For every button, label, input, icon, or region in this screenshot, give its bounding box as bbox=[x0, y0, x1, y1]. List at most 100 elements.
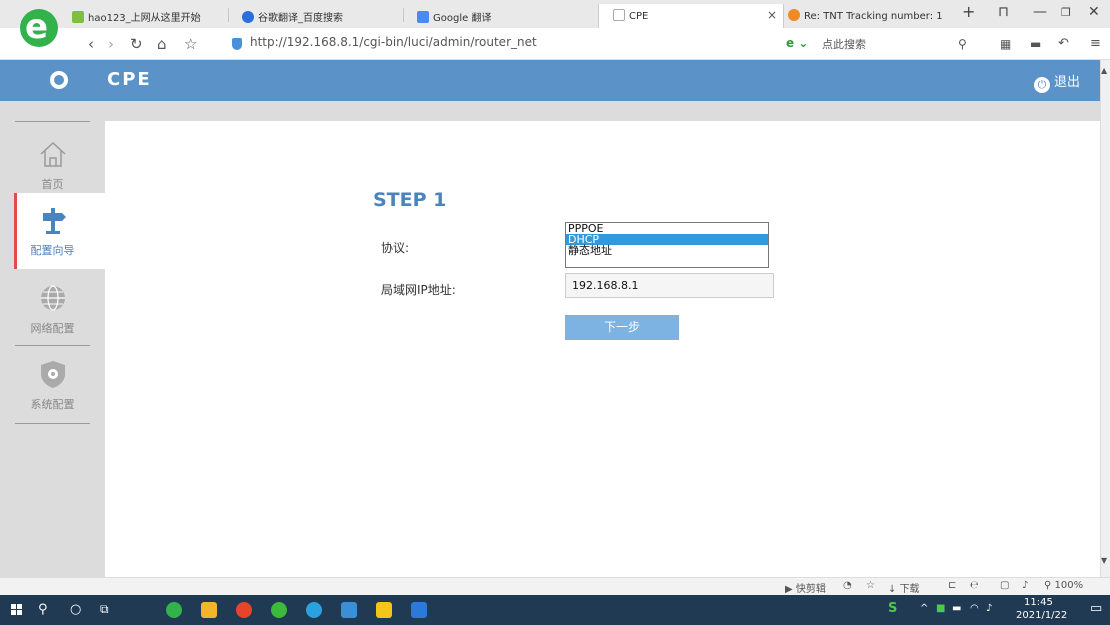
protocol-select[interactable]: PPPOE DHCP 静态地址 bbox=[565, 222, 769, 268]
refresh-icon[interactable]: ↻ bbox=[130, 35, 143, 53]
tab-title: Google 翻译 bbox=[433, 13, 492, 24]
app-blue-icon[interactable] bbox=[411, 602, 427, 618]
tray-battery-icon[interactable]: ▬ bbox=[952, 603, 961, 614]
window-icon[interactable]: ▢ bbox=[1000, 580, 1009, 591]
protocol-label: 协议: bbox=[381, 241, 410, 255]
clip-button[interactable]: ▶ 快剪辑 bbox=[785, 580, 826, 595]
sidebar-item-home[interactable]: 首页 bbox=[15, 139, 90, 192]
sidebar-item-label: 网络配置 bbox=[30, 322, 75, 335]
lan-ip-field[interactable]: 192.168.8.1 bbox=[565, 273, 774, 298]
tab-separator bbox=[403, 8, 404, 22]
ie-icon[interactable]: ℮ bbox=[970, 580, 979, 591]
baidu-icon bbox=[242, 11, 254, 23]
battery-icon[interactable]: ▬ bbox=[1030, 37, 1041, 51]
notification-icon[interactable]: ▭ bbox=[1090, 601, 1102, 616]
app-header: CPE ⏻ 退出 bbox=[0, 60, 1110, 101]
header-band bbox=[0, 101, 1100, 121]
apps-grid-icon[interactable]: ▦ bbox=[1000, 37, 1011, 51]
zoom-control[interactable]: ⚲ 100% bbox=[1044, 580, 1083, 591]
tab-menu-icon[interactable]: ⊓ bbox=[998, 4, 1009, 20]
tab-google-translate[interactable]: Google 翻译 bbox=[417, 4, 567, 28]
file-explorer-icon[interactable] bbox=[201, 602, 217, 618]
forward-icon[interactable]: › bbox=[108, 35, 114, 53]
tab-baidu[interactable]: 谷歌翻译_百度搜索 bbox=[242, 4, 392, 28]
home-nav-icon[interactable]: ⌂ bbox=[157, 35, 167, 53]
page-icon bbox=[613, 9, 625, 21]
sidebar-divider bbox=[15, 345, 90, 346]
minimize-icon[interactable]: — bbox=[1033, 4, 1047, 20]
app-title: CPE bbox=[107, 69, 152, 90]
logout-label: 退出 bbox=[1053, 75, 1080, 90]
page-scrollbar[interactable] bbox=[1100, 60, 1110, 577]
cortana-icon[interactable]: ○ bbox=[70, 602, 81, 617]
tray-expand-icon[interactable]: ^ bbox=[920, 603, 928, 614]
sidebar: 首页 配置向导 网络配置 系统配置 bbox=[0, 101, 105, 577]
sidebar-divider bbox=[15, 121, 90, 122]
security-shield-icon bbox=[232, 38, 242, 50]
search-icon[interactable]: ⚲ bbox=[38, 602, 48, 617]
undo-icon[interactable]: ↶ bbox=[1058, 36, 1069, 51]
sidebar-item-wizard[interactable]: 配置向导 bbox=[15, 205, 90, 258]
power-icon: ⏻ bbox=[1033, 77, 1050, 93]
protocol-option[interactable]: 静态地址 bbox=[566, 245, 768, 256]
tab-separator bbox=[228, 8, 229, 22]
next-button[interactable]: 下一步 bbox=[565, 315, 679, 340]
back-icon[interactable]: ‹ bbox=[88, 35, 94, 53]
logout-button[interactable]: ⏻ 退出 bbox=[1033, 71, 1080, 93]
sidebar-item-network[interactable]: 网络配置 bbox=[15, 283, 90, 336]
tab-title: 谷歌翻译_百度搜索 bbox=[258, 13, 343, 24]
favorite-star-icon[interactable]: ☆ bbox=[184, 35, 197, 53]
sidebar-item-system[interactable]: 系统配置 bbox=[15, 359, 90, 412]
restore-icon[interactable]: ❐ bbox=[1061, 6, 1071, 19]
signpost-icon bbox=[42, 208, 66, 234]
sound-icon[interactable]: ♪ bbox=[1022, 580, 1028, 591]
search-input[interactable]: 点此搜索 bbox=[822, 36, 866, 52]
window-close-icon[interactable]: ✕ bbox=[1088, 4, 1100, 20]
clip-label: 快剪辑 bbox=[795, 584, 826, 595]
sidebar-item-label: 配置向导 bbox=[30, 244, 75, 257]
tray-wifi-icon[interactable]: ◠ bbox=[970, 603, 979, 614]
tray-volume-icon[interactable]: ♪ bbox=[986, 603, 992, 614]
clock-time[interactable]: 11:45 bbox=[1024, 597, 1053, 608]
windows-start-icon[interactable] bbox=[11, 604, 23, 616]
app-red-icon[interactable] bbox=[236, 602, 252, 618]
task-view-icon[interactable]: ⧉ bbox=[100, 602, 109, 617]
new-tab-button[interactable]: + bbox=[962, 2, 975, 21]
tab-title: CPE bbox=[629, 11, 649, 22]
url-field[interactable]: http://192.168.8.1/cgi-bin/luci/admin/ro… bbox=[250, 35, 537, 49]
sidebar-item-label: 系统配置 bbox=[30, 398, 75, 411]
menu-icon[interactable]: ≡ bbox=[1090, 36, 1101, 51]
scroll-down-icon[interactable]: ▼ bbox=[1101, 556, 1107, 565]
browser-status-bar: ▶ 快剪辑 ◔ ☆ ↓ 下载 ⊏ ℮ ▢ ♪ ⚲ 100% bbox=[0, 577, 1110, 595]
skype-icon[interactable] bbox=[306, 602, 322, 618]
scroll-up-icon[interactable]: ▲ bbox=[1101, 66, 1107, 75]
mail-icon bbox=[788, 9, 800, 21]
tray-app-icon[interactable]: S bbox=[888, 601, 897, 616]
sidebar-item-label: 首页 bbox=[41, 178, 64, 191]
browser-360-icon[interactable] bbox=[166, 602, 182, 618]
tray-network-icon[interactable]: ■ bbox=[936, 603, 945, 614]
tab-tnt-tracking[interactable]: Re: TNT Tracking number: 1 bbox=[788, 4, 948, 28]
tab-title: Re: TNT Tracking number: 1 bbox=[804, 11, 943, 22]
speed-icon[interactable]: ◔ bbox=[843, 580, 852, 591]
browser-logo: e bbox=[20, 7, 58, 47]
search-engine-icon[interactable]: e ⌄ bbox=[786, 36, 808, 50]
control-panel-icon[interactable] bbox=[341, 602, 357, 618]
gear-icon bbox=[50, 71, 68, 89]
search-icon[interactable]: ⚲ bbox=[958, 37, 967, 51]
tab-title: hao123_上网从这里开始 bbox=[88, 13, 201, 24]
tab-hao123[interactable]: hao123_上网从这里开始 bbox=[72, 4, 222, 28]
google-translate-icon bbox=[417, 11, 429, 23]
close-icon[interactable]: × bbox=[767, 8, 777, 22]
sidebar-divider bbox=[15, 423, 90, 424]
sticky-notes-icon[interactable] bbox=[376, 602, 392, 618]
tab-cpe[interactable]: CPE × bbox=[598, 4, 784, 28]
download-label: 下载 bbox=[899, 584, 920, 595]
screenshot-icon[interactable]: ⊏ bbox=[948, 580, 956, 591]
wechat-icon[interactable] bbox=[271, 602, 287, 618]
shield-gear-icon bbox=[40, 361, 65, 388]
clock-date[interactable]: 2021/1/22 bbox=[1016, 610, 1067, 621]
download-button[interactable]: ↓ 下载 bbox=[888, 580, 920, 595]
pin-icon[interactable]: ☆ bbox=[866, 580, 875, 591]
windows-taskbar: ⚲ ○ ⧉ S ^ ■ ▬ ◠ ♪ 11:45 2021/1/22 ▭ bbox=[0, 595, 1110, 625]
